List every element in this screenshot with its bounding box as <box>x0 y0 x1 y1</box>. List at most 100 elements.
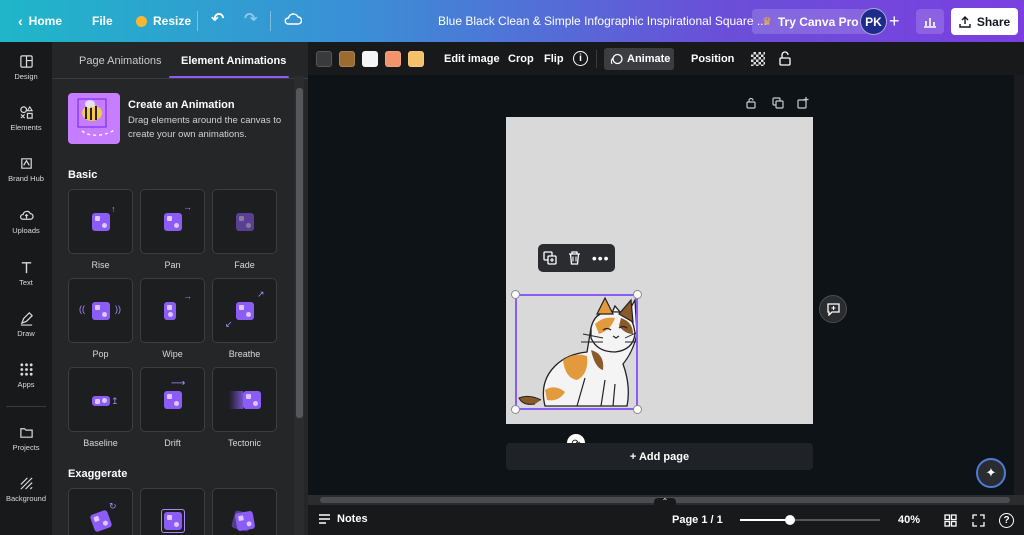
animation-fade[interactable]: Fade <box>212 189 277 270</box>
rail-item-uploads[interactable]: Uploads <box>0 208 52 235</box>
position-button[interactable]: Position <box>691 53 734 65</box>
tab-element-animations[interactable]: Element Animations <box>181 55 286 67</box>
info-icon[interactable]: i <box>573 51 588 66</box>
rail-item-background[interactable]: Background <box>0 476 52 503</box>
add-page-button[interactable]: + Add page <box>506 443 813 470</box>
animation-preview: ↻ <box>68 488 133 535</box>
resize-handle[interactable] <box>633 405 642 414</box>
animation-pan[interactable]: → Pan <box>140 189 205 270</box>
animate-icon <box>610 53 623 65</box>
redo-icon[interactable]: ↷ <box>244 11 257 29</box>
rotate-icon: ↻ <box>109 501 117 511</box>
element-selection-box[interactable] <box>515 294 638 410</box>
arrow-right-icon: → <box>183 202 192 212</box>
panel-scrollbar-thumb[interactable] <box>296 88 303 418</box>
editor-toolbar: Edit image Crop Flip i Animate Position <box>308 42 1024 75</box>
comment-add-icon <box>826 303 840 316</box>
promo-title: Create an Animation <box>128 99 235 111</box>
grid-view-icon[interactable] <box>944 514 957 527</box>
comment-button[interactable] <box>819 295 847 323</box>
arrow-expand-icon: ↙ <box>225 319 233 329</box>
bar-chart-icon <box>924 17 936 28</box>
rail-item-projects[interactable]: Projects <box>0 425 52 452</box>
avatar[interactable]: PK <box>860 8 887 35</box>
shapes-icon <box>92 396 110 406</box>
crop-button[interactable]: Crop <box>508 53 534 65</box>
arrow-right-icon: ⟶ <box>171 378 186 389</box>
animation-exaggerate-3[interactable] <box>212 488 277 535</box>
undo-icon[interactable]: ↶ <box>211 11 224 29</box>
unlock-icon[interactable] <box>778 51 792 66</box>
shapes-icon <box>92 213 110 231</box>
brand-hub-icon <box>20 158 32 169</box>
notes-button[interactable]: Notes <box>318 513 368 525</box>
fullscreen-icon[interactable] <box>972 514 985 527</box>
resize-handle[interactable] <box>633 290 642 299</box>
rail-item-elements[interactable]: Elements <box>0 105 52 132</box>
animate-button[interactable]: Animate <box>604 48 674 70</box>
page-indicator[interactable]: Page 1 / 1 <box>672 514 723 526</box>
crown-icon: ♛ <box>762 16 772 28</box>
lock-page-icon[interactable] <box>745 97 757 109</box>
animation-breathe[interactable]: ↗ ↙ Breathe <box>212 278 277 359</box>
animation-exaggerate-2[interactable] <box>140 488 205 535</box>
create-animation-illustration <box>68 93 120 144</box>
rail-item-design[interactable]: Design <box>0 54 52 81</box>
rail-item-apps[interactable]: Apps <box>0 362 52 389</box>
tab-page-animations[interactable]: Page Animations <box>79 55 162 67</box>
try-canva-pro-button[interactable]: ♛ Try Canva Pro <box>752 9 869 34</box>
flip-button[interactable]: Flip <box>544 53 564 65</box>
text-icon <box>21 262 31 274</box>
rail-item-brand-hub[interactable]: Brand Hub <box>0 156 52 183</box>
resize-handle[interactable] <box>511 290 520 299</box>
color-swatch[interactable] <box>408 51 424 67</box>
zoom-level[interactable]: 40% <box>898 514 920 526</box>
share-button[interactable]: Share <box>951 8 1018 35</box>
animation-baseline[interactable]: ↥ Baseline <box>68 367 133 448</box>
add-collaborator-icon[interactable]: + <box>889 12 900 30</box>
animation-drift[interactable]: ⟶ Drift <box>140 367 205 448</box>
home-button[interactable]: ‹ Home <box>8 6 72 36</box>
rail-item-draw[interactable]: Draw <box>0 311 52 338</box>
shapes-icon <box>164 302 176 320</box>
file-menu[interactable]: File <box>82 6 123 36</box>
transparency-icon[interactable] <box>751 52 765 66</box>
color-swatch[interactable] <box>339 51 355 67</box>
document-title[interactable]: Blue Black Clean & Simple Infographic In… <box>438 14 767 28</box>
animations-panel: Page Animations Element Animations Creat… <box>52 42 308 535</box>
animation-preview <box>212 488 277 535</box>
resize-handle[interactable] <box>511 405 520 414</box>
shapes-icon <box>92 302 110 320</box>
zoom-slider-fill <box>740 519 791 521</box>
color-swatch[interactable] <box>362 51 378 67</box>
promo-description: Drag elements around the canvas to creat… <box>128 115 282 140</box>
cloud-sync-icon[interactable] <box>284 12 303 29</box>
animation-exaggerate-1[interactable]: ↻ <box>68 488 133 535</box>
apps-icon <box>19 363 33 376</box>
insights-button[interactable] <box>916 9 944 34</box>
animation-wipe[interactable]: → Wipe <box>140 278 205 359</box>
divider <box>52 78 308 79</box>
workspace-vertical-scrollbar[interactable] <box>1014 75 1024 495</box>
trash-icon[interactable] <box>568 251 581 265</box>
color-swatch[interactable] <box>385 51 401 67</box>
animation-preview: → <box>140 189 205 254</box>
animation-rise[interactable]: ↑ Rise <box>68 189 133 270</box>
animation-pop[interactable]: (()) Pop <box>68 278 133 359</box>
divider <box>270 11 271 31</box>
color-swatch[interactable] <box>316 51 332 67</box>
rail-item-text[interactable]: Text <box>0 260 52 287</box>
add-page-icon[interactable] <box>797 97 809 109</box>
animation-preview: (()) <box>68 278 133 343</box>
duplicate-icon[interactable] <box>543 251 558 265</box>
help-icon[interactable]: ? <box>999 513 1014 528</box>
more-options-icon[interactable]: ••• <box>592 251 610 265</box>
section-title-exaggerate: Exaggerate <box>68 468 128 480</box>
top-bar: ‹ Home File Resize ↶ ↷ Blue Black Clean … <box>0 0 1024 42</box>
shapes-icon <box>164 391 182 409</box>
animation-tectonic[interactable]: Tectonic <box>212 367 277 448</box>
edit-image-button[interactable]: Edit image <box>444 53 500 65</box>
duplicate-page-icon[interactable] <box>772 97 784 109</box>
resize-button[interactable]: Resize <box>126 6 201 36</box>
magic-sparkle-icon[interactable]: ✦ <box>976 458 1006 488</box>
